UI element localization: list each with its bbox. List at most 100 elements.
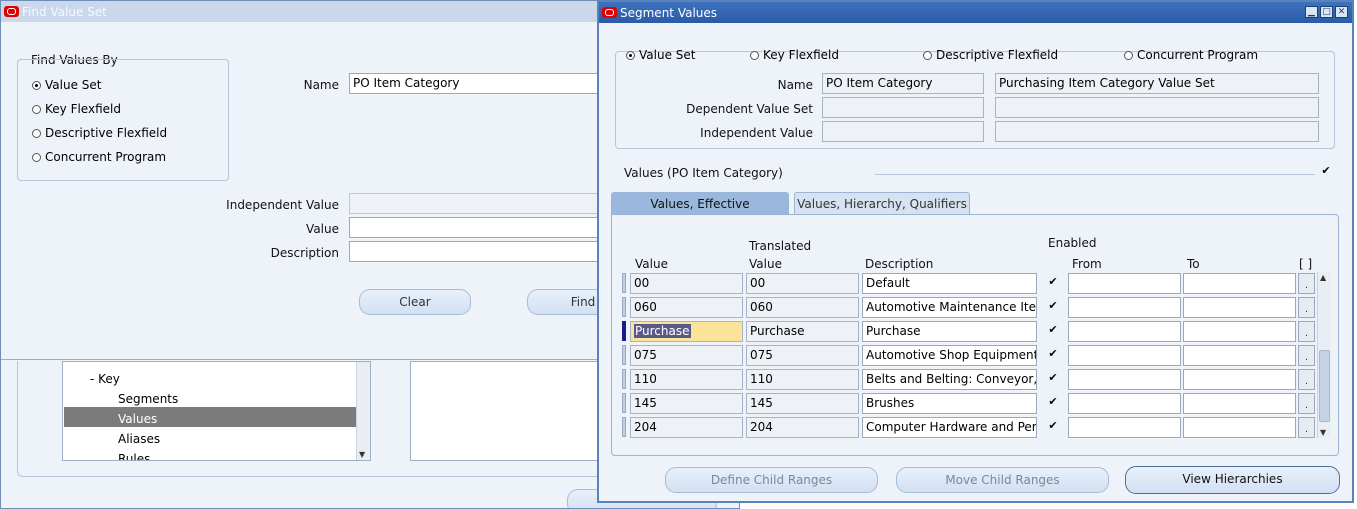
- value-cell[interactable]: 110: [630, 369, 743, 390]
- from-date-cell[interactable]: [1068, 297, 1181, 318]
- description-cell[interactable]: Brushes: [862, 393, 1037, 414]
- to-date-cell[interactable]: [1183, 369, 1296, 390]
- enabled-checkbox[interactable]: ✔: [1048, 348, 1058, 359]
- value-cell[interactable]: 204: [630, 417, 743, 438]
- value-cell[interactable]: Purchase: [630, 321, 743, 342]
- descriptive-flexfield-cell[interactable]: .: [1298, 393, 1315, 414]
- description-cell[interactable]: Automotive Maintenance Item: [862, 297, 1037, 318]
- tree-item-rules[interactable]: Rules: [118, 452, 150, 460]
- tab-values-hierarchy-qualifiers[interactable]: Values, Hierarchy, Qualifiers: [794, 192, 970, 215]
- scroll-up-icon[interactable]: ▲: [1320, 273, 1326, 282]
- view-hierarchies-button[interactable]: View Hierarchies: [1125, 466, 1340, 494]
- values-section-label: Values (PO Item Category): [624, 166, 783, 180]
- row-indicator[interactable]: [622, 417, 626, 437]
- find-window-title: Find Value Set: [22, 4, 107, 19]
- values-scrollbar[interactable]: ▲ ▼: [1317, 272, 1331, 438]
- find-radio-label: Concurrent Program: [45, 150, 167, 164]
- find-independent-value-label: Independent Value: [226, 198, 339, 212]
- find-radio-key-flexfield[interactable]: Key Flexfield: [32, 102, 121, 116]
- row-indicator[interactable]: [622, 369, 626, 389]
- to-date-cell[interactable]: [1183, 273, 1296, 294]
- descriptive-flexfield-cell[interactable]: .: [1298, 273, 1315, 294]
- descriptive-flexfield-cell[interactable]: .: [1298, 345, 1315, 366]
- translated-value-cell[interactable]: 110: [746, 369, 859, 390]
- function-tree[interactable]: - Key Segments Values Aliases Rules ▼: [62, 361, 371, 461]
- find-name-label: Name: [303, 78, 339, 92]
- enabled-checkbox[interactable]: ✔: [1048, 372, 1058, 383]
- translated-value-cell[interactable]: 145: [746, 393, 859, 414]
- translated-value-cell[interactable]: 060: [746, 297, 859, 318]
- seg-radio-key-flexfield[interactable]: Key Flexfield: [750, 48, 839, 62]
- from-date-cell[interactable]: [1068, 417, 1181, 438]
- from-date-cell[interactable]: [1068, 321, 1181, 342]
- row-indicator[interactable]: [622, 393, 626, 413]
- value-cell[interactable]: 145: [630, 393, 743, 414]
- minimize-icon[interactable]: ▁: [1305, 6, 1318, 18]
- find-radio-value-set[interactable]: Value Set: [32, 78, 101, 92]
- to-date-cell[interactable]: [1183, 417, 1296, 438]
- descriptive-flexfield-cell[interactable]: .: [1298, 417, 1315, 438]
- description-cell[interactable]: Computer Hardware and Perip: [862, 417, 1037, 438]
- from-date-cell[interactable]: [1068, 393, 1181, 414]
- description-cell[interactable]: Automotive Shop Equipment a: [862, 345, 1037, 366]
- tree-scrollbar[interactable]: ▼: [356, 362, 370, 460]
- descriptive-flexfield-cell[interactable]: .: [1298, 369, 1315, 390]
- enabled-checkbox[interactable]: ✔: [1048, 276, 1058, 287]
- find-value-label: Value: [306, 222, 339, 236]
- to-date-cell[interactable]: [1183, 345, 1296, 366]
- to-date-cell[interactable]: [1183, 393, 1296, 414]
- tree-item-values[interactable]: Values: [118, 412, 157, 426]
- value-cell[interactable]: 075: [630, 345, 743, 366]
- from-date-cell[interactable]: [1068, 345, 1181, 366]
- tree-item-segments[interactable]: Segments: [118, 392, 178, 406]
- translated-value-cell[interactable]: Purchase: [746, 321, 859, 342]
- enabled-checkbox[interactable]: ✔: [1048, 300, 1058, 311]
- scrollbar-thumb[interactable]: [1319, 350, 1330, 422]
- col-from-header: From: [1072, 257, 1102, 271]
- enabled-checkbox[interactable]: ✔: [1048, 396, 1058, 407]
- scroll-down-icon[interactable]: ▼: [1320, 428, 1326, 437]
- tab-values-effective[interactable]: Values, Effective: [611, 192, 789, 215]
- translated-value-cell[interactable]: 00: [746, 273, 859, 294]
- enabled-checkbox[interactable]: ✔: [1048, 324, 1058, 335]
- to-date-cell[interactable]: [1183, 297, 1296, 318]
- seg-name-description-field: Purchasing Item Category Value Set: [995, 73, 1319, 94]
- col-to-header: To: [1187, 257, 1200, 271]
- seg-radio-descriptive-flexfield[interactable]: Descriptive Flexfield: [923, 48, 1058, 62]
- segment-window-titlebar[interactable]: Segment Values ▁ □ ✕: [599, 2, 1352, 23]
- tree-item-key[interactable]: - Key: [90, 372, 120, 386]
- to-date-cell[interactable]: [1183, 321, 1296, 342]
- description-cell[interactable]: Default: [862, 273, 1037, 294]
- values-section-checkbox[interactable]: ✔: [1321, 165, 1331, 176]
- enabled-checkbox[interactable]: ✔: [1048, 420, 1058, 431]
- scroll-down-icon[interactable]: ▼: [359, 450, 365, 459]
- descriptive-flexfield-cell[interactable]: .: [1298, 297, 1315, 318]
- radio-dot-icon: [32, 80, 41, 90]
- description-cell[interactable]: Belts and Belting: Conveyor, E: [862, 369, 1037, 390]
- find-radio-descriptive-flexfield[interactable]: Descriptive Flexfield: [32, 126, 167, 140]
- move-child-ranges-button[interactable]: Move Child Ranges: [896, 467, 1109, 493]
- descriptive-flexfield-cell[interactable]: .: [1298, 321, 1315, 342]
- row-indicator[interactable]: [622, 297, 626, 317]
- find-radio-concurrent-program[interactable]: Concurrent Program: [32, 150, 166, 164]
- row-indicator[interactable]: [622, 321, 626, 341]
- row-indicator[interactable]: [622, 273, 626, 293]
- seg-radio-value-set[interactable]: Value Set: [626, 48, 695, 62]
- description-cell[interactable]: Purchase: [862, 321, 1037, 342]
- row-indicator[interactable]: [622, 345, 626, 365]
- find-radio-label: Key Flexfield: [45, 102, 121, 116]
- translated-value-cell[interactable]: 204: [746, 417, 859, 438]
- from-date-cell[interactable]: [1068, 273, 1181, 294]
- clear-button[interactable]: Clear: [359, 289, 471, 315]
- value-cell[interactable]: 060: [630, 297, 743, 318]
- seg-radio-concurrent-program[interactable]: Concurrent Program: [1124, 48, 1258, 62]
- dependent-value-set-field: [822, 97, 984, 118]
- tree-item-aliases[interactable]: Aliases: [118, 432, 160, 446]
- translated-value-cell[interactable]: 075: [746, 345, 859, 366]
- value-cell[interactable]: 00: [630, 273, 743, 294]
- from-date-cell[interactable]: [1068, 369, 1181, 390]
- define-child-ranges-button[interactable]: Define Child Ranges: [665, 467, 878, 493]
- maximize-icon[interactable]: □: [1320, 6, 1333, 18]
- close-icon[interactable]: ✕: [1335, 6, 1348, 18]
- find-radio-label: Value Set: [45, 78, 102, 92]
